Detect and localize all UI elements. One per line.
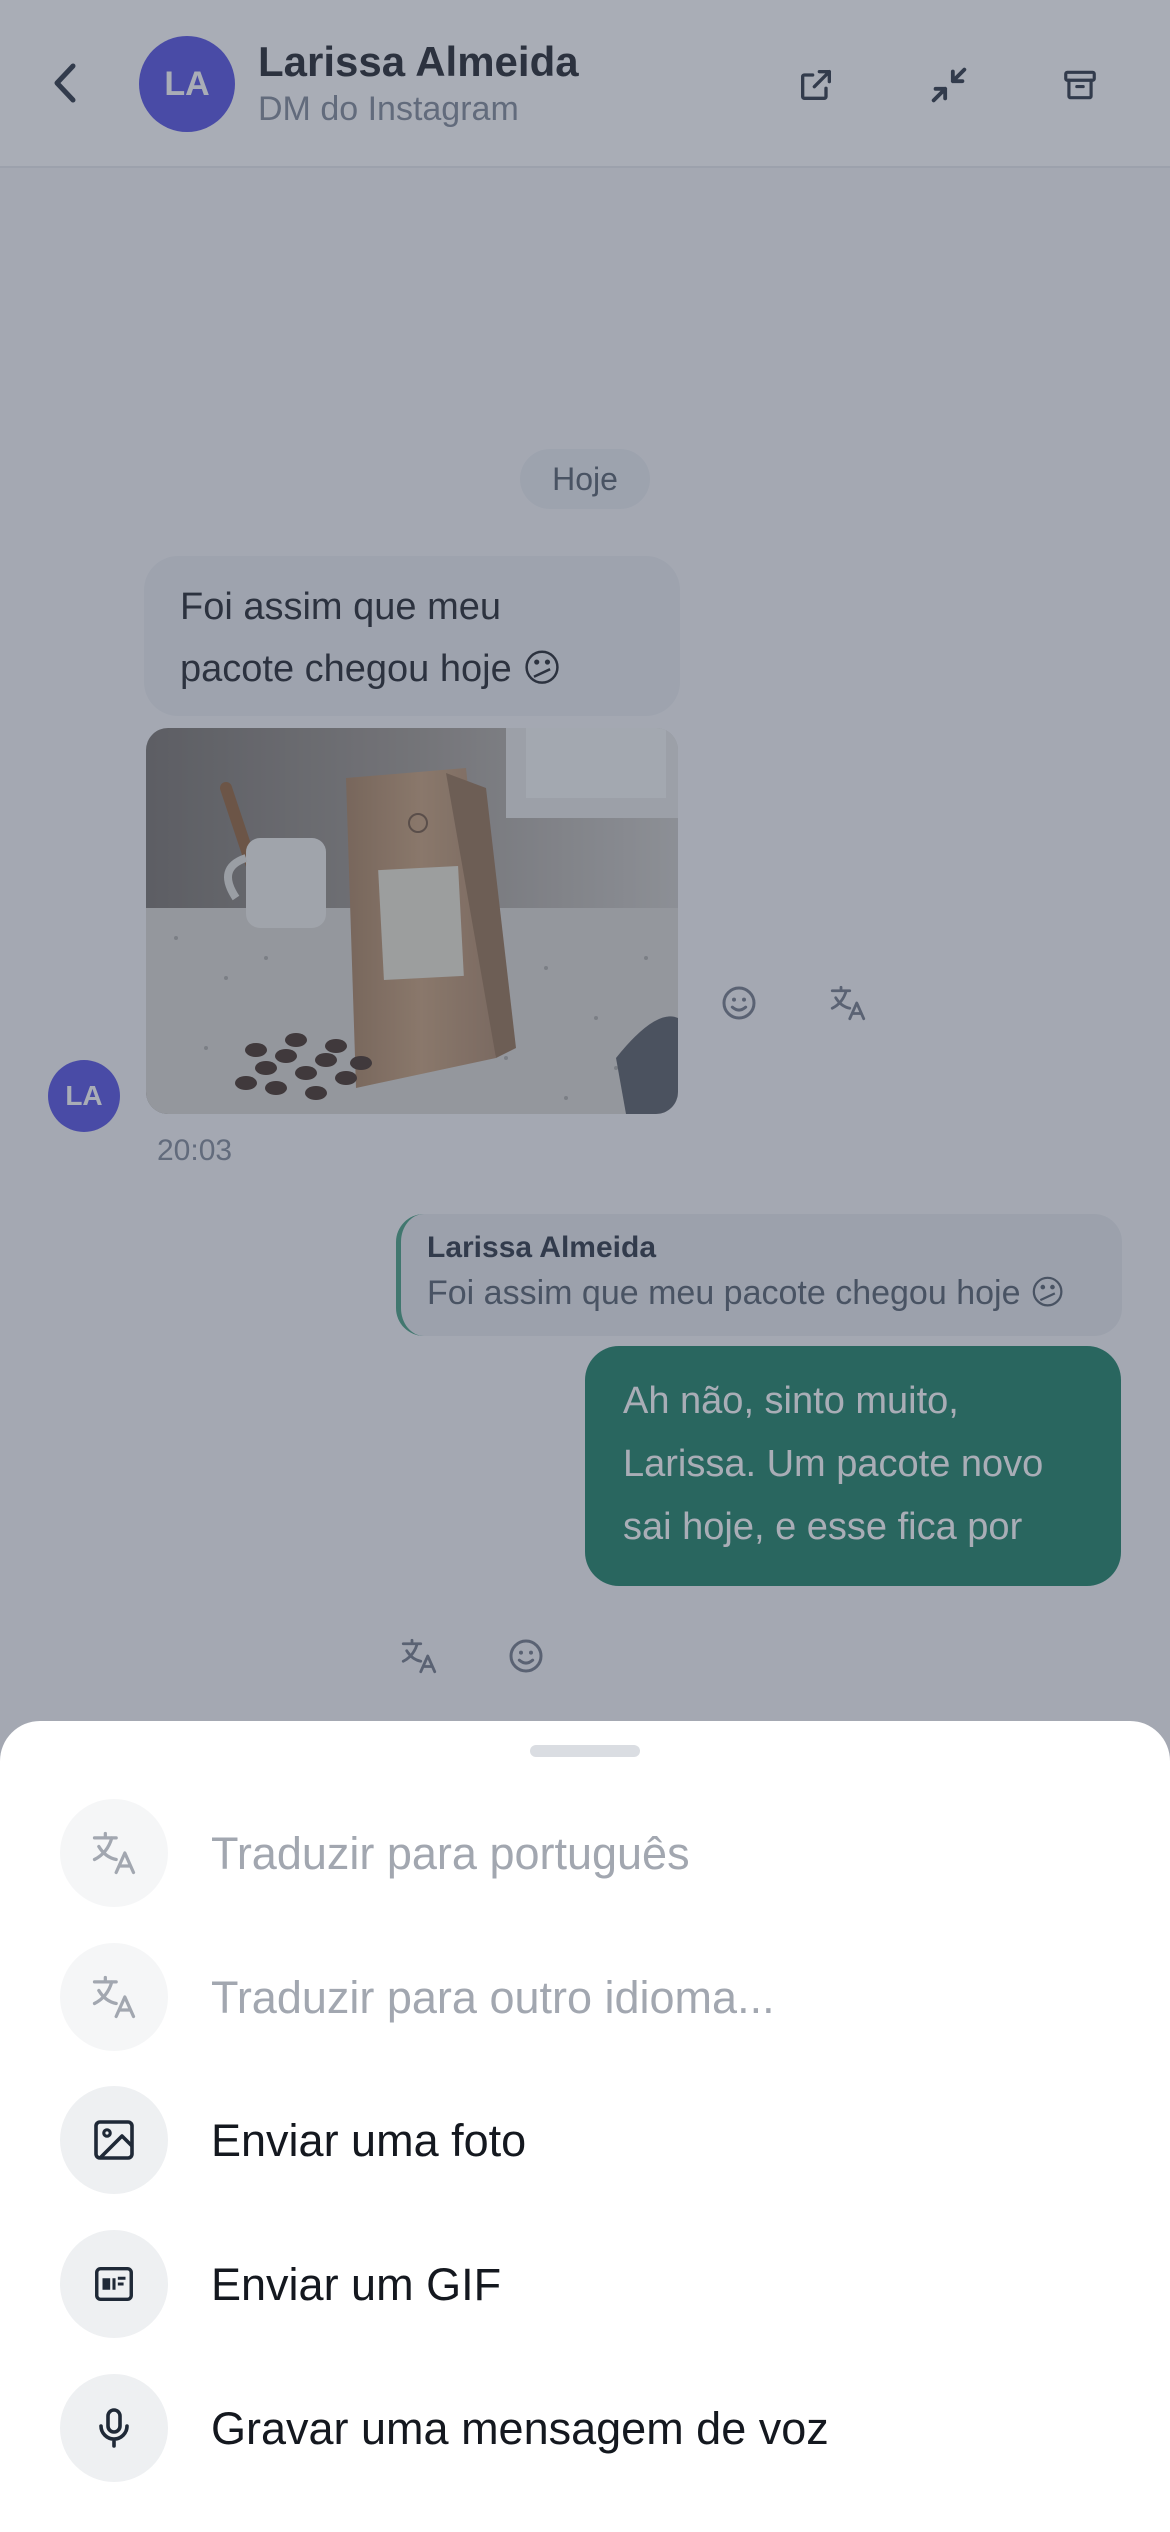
sheet-item-icon-circle [60, 2086, 168, 2194]
sheet-item-translate-other[interactable]: Traduzir para outro idioma... [0, 1943, 1170, 2055]
translate-icon [92, 1831, 136, 1875]
gif-icon [95, 2266, 133, 2302]
sheet-item-send-gif[interactable]: Enviar um GIF [0, 2230, 1170, 2342]
sheet-drag-handle[interactable] [530, 1745, 640, 1757]
translate-icon [92, 1975, 136, 2019]
sheet-item-icon-circle [60, 2230, 168, 2338]
sheet-item-icon-circle [60, 1799, 168, 1907]
sheet-item-label: Gravar uma mensagem de voz [211, 2403, 829, 2454]
sheet-item-translate-portuguese[interactable]: Traduzir para português [0, 1799, 1170, 1911]
action-sheet: Traduzir para português Traduzir para ou… [0, 1721, 1170, 2532]
sheet-item-send-photo[interactable]: Enviar uma foto [0, 2086, 1170, 2198]
sheet-item-icon-circle [60, 1943, 168, 2051]
sheet-item-record-voice[interactable]: Gravar uma mensagem de voz [0, 2374, 1170, 2486]
sheet-item-label: Enviar uma foto [211, 2115, 527, 2166]
sheet-item-label: Traduzir para outro idioma... [211, 1972, 775, 2023]
sheet-item-icon-circle [60, 2374, 168, 2482]
image-icon [94, 2120, 134, 2160]
microphone-icon [99, 2408, 129, 2448]
sheet-item-label: Enviar um GIF [211, 2259, 502, 2310]
sheet-item-label: Traduzir para português [211, 1828, 690, 1879]
